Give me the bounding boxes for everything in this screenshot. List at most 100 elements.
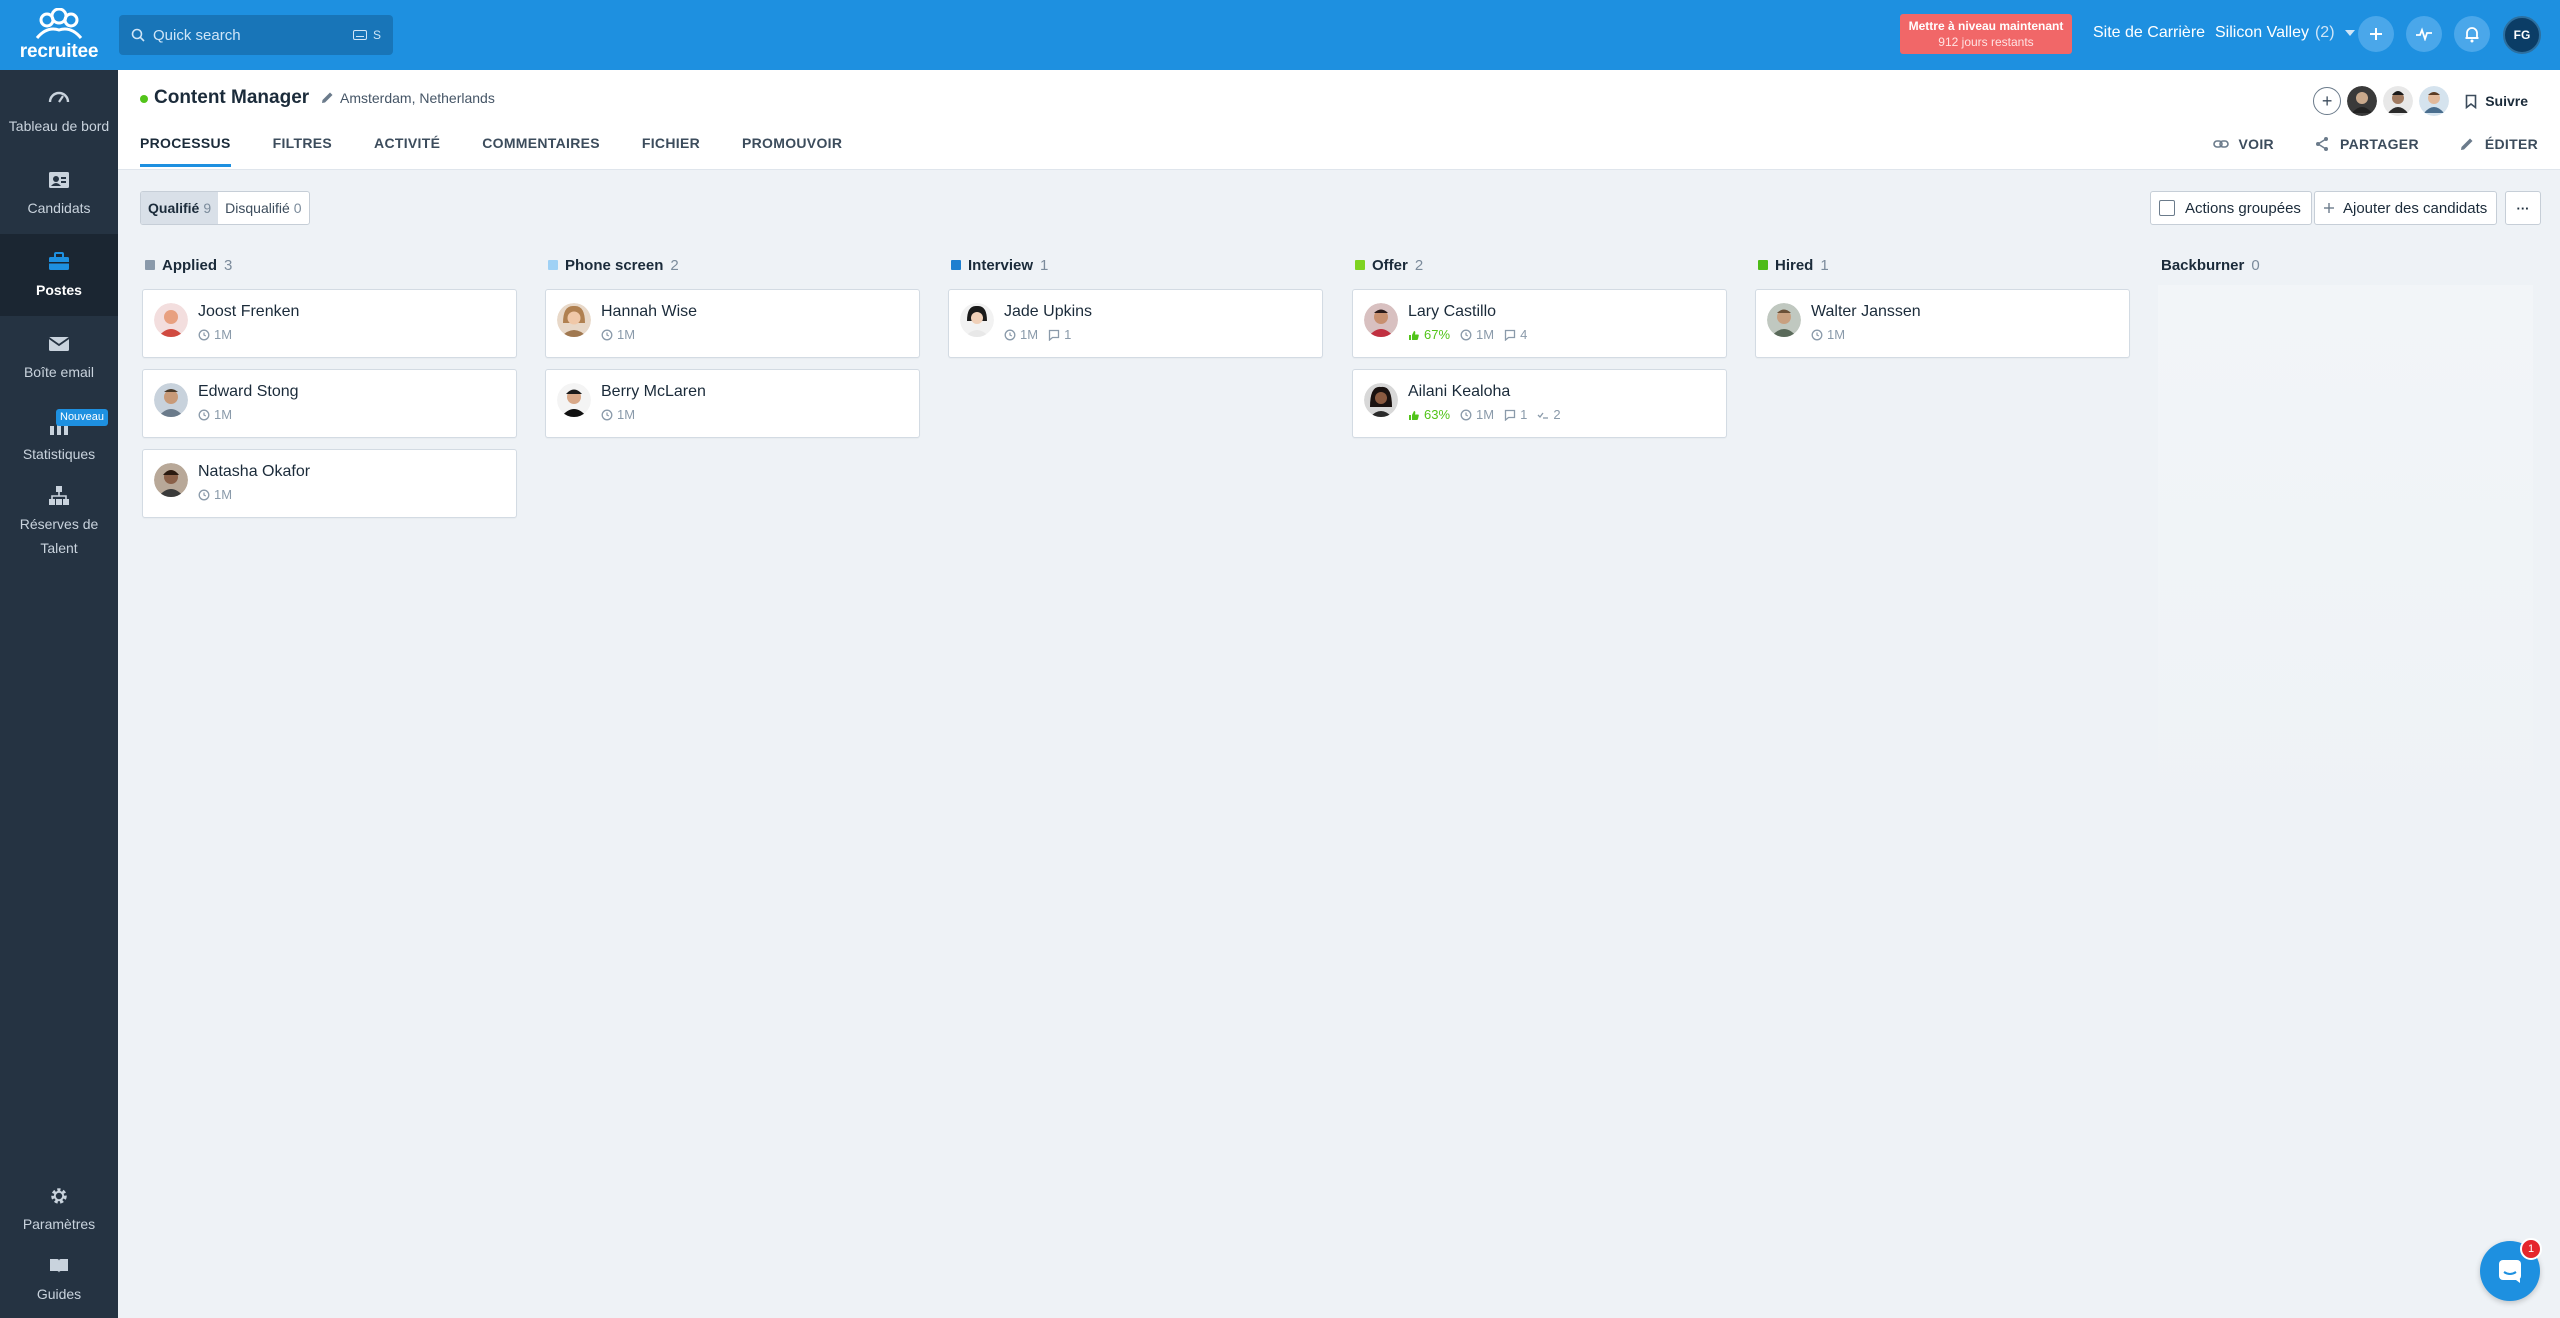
- score-value: 67%: [1424, 327, 1451, 342]
- team-member-avatar[interactable]: [2347, 86, 2378, 116]
- sidebar-item-candidates[interactable]: Candidats: [0, 168, 118, 220]
- stage-count: 1: [1820, 256, 1829, 274]
- more-options-button[interactable]: ···: [2505, 191, 2541, 225]
- time-in-stage: 1M: [1460, 327, 1494, 342]
- group-actions-button[interactable]: Actions groupées: [2150, 191, 2312, 225]
- stage-name: Offer: [1372, 256, 1408, 274]
- tab-file[interactable]: FICHIER: [642, 135, 700, 167]
- gear-icon: [51, 1188, 67, 1204]
- notifications-button[interactable]: [2454, 16, 2490, 52]
- add-team-member-button[interactable]: +: [2313, 87, 2342, 115]
- add-button[interactable]: [2358, 16, 2394, 52]
- stage-column-interview: Interview 1 Jade Upkins 1M 1: [948, 252, 1323, 369]
- candidate-card[interactable]: Natasha Okafor 1M: [142, 449, 517, 518]
- backburner-drop-zone[interactable]: [2158, 285, 2533, 1125]
- candidate-card[interactable]: Jade Upkins 1M 1: [948, 289, 1323, 358]
- career-site-link[interactable]: Site de Carrière: [2093, 24, 2205, 42]
- share-label: PARTAGER: [2339, 136, 2419, 152]
- candidate-card[interactable]: Ailani Kealoha 63% 1M 1 2: [1352, 369, 1727, 438]
- sidebar-item-label: Boîte email: [23, 364, 95, 380]
- candidate-meta: 1M 1: [1004, 327, 1071, 342]
- disqualified-filter[interactable]: Disqualifié 0: [218, 192, 308, 224]
- sidebar-item-label: Guides: [36, 1286, 82, 1302]
- tab-comments[interactable]: COMMENTAIRES: [482, 135, 600, 167]
- qualified-filter[interactable]: Qualifié 9: [141, 192, 219, 224]
- company-switcher[interactable]: Silicon Valley (2): [2215, 24, 2355, 42]
- sidebar-item-jobs[interactable]: Postes: [0, 234, 118, 316]
- qualification-toggle: Qualifié 9 Disqualifié 0: [140, 191, 310, 225]
- time-in-stage: 1M: [601, 407, 635, 422]
- candidate-card[interactable]: Joost Frenken 1M: [142, 289, 517, 358]
- stage-name: Backburner: [2161, 256, 2245, 274]
- stage-header: Applied 3: [142, 252, 517, 278]
- follow-label: Suivre: [2485, 93, 2528, 109]
- comment-icon: [1048, 329, 1060, 341]
- follow-button[interactable]: Suivre: [2465, 93, 2528, 109]
- view-button[interactable]: VOIR: [2212, 136, 2274, 152]
- sidebar-item-statistics[interactable]: Nouveau Statistiques: [0, 409, 118, 466]
- stage-color-marker: [951, 260, 961, 270]
- stage-name: Interview: [968, 256, 1034, 274]
- sidebar-item-label: Réserves de Talent: [19, 516, 99, 556]
- team-member-avatar[interactable]: [2419, 86, 2450, 116]
- support-chat-button[interactable]: 1: [2480, 1238, 2542, 1301]
- mail-icon: [48, 337, 70, 351]
- tasks-icon: [1537, 412, 1549, 419]
- activity-button[interactable]: [2406, 16, 2442, 52]
- candidate-meta: 1M: [198, 407, 232, 422]
- company-name: Silicon Valley: [2215, 24, 2309, 41]
- candidate-avatar: [1767, 303, 1801, 337]
- tab-filters[interactable]: FILTRES: [273, 135, 332, 167]
- tab-activity[interactable]: ACTIVITÉ: [374, 135, 440, 167]
- team-member-avatar[interactable]: [2383, 86, 2414, 116]
- sidebar-item-settings[interactable]: Paramètres: [0, 1184, 118, 1236]
- logo-people-icon: [35, 7, 83, 39]
- candidate-name: Berry McLaren: [601, 383, 706, 400]
- select-all-checkbox[interactable]: [2159, 200, 2175, 216]
- user-avatar[interactable]: FG: [2503, 16, 2541, 54]
- time-in-stage: 1M: [198, 407, 232, 422]
- tab-process[interactable]: PROCESSUS: [140, 135, 231, 167]
- top-bar: recruitee Quick search S Mettre à niveau…: [0, 0, 2560, 70]
- stage-header: Backburner 0: [2158, 252, 2533, 278]
- comment-value: 1: [1520, 407, 1528, 422]
- company-count: (2): [2314, 24, 2335, 41]
- add-candidates-button[interactable]: Ajouter des candidats: [2314, 191, 2497, 225]
- sidebar-item-mailbox[interactable]: Boîte email: [0, 332, 118, 384]
- sidebar-item-guides[interactable]: Guides: [0, 1254, 118, 1306]
- time-value: 1M: [617, 407, 636, 422]
- qualified-label: Qualifié: [148, 200, 200, 216]
- stage-count: 3: [224, 256, 233, 274]
- book-icon: [50, 1259, 68, 1273]
- qualified-count: 9: [203, 200, 212, 216]
- upgrade-button[interactable]: Mettre à niveau maintenant 912 jours res…: [1900, 14, 2072, 54]
- search-shortcut-key: S: [372, 28, 381, 42]
- add-candidates-label: Ajouter des candidats: [2343, 199, 2488, 217]
- time-value: 1M: [1476, 327, 1495, 342]
- stage-header: Interview 1: [948, 252, 1323, 278]
- clock-icon: [1460, 409, 1472, 420]
- quick-search[interactable]: Quick search S: [119, 15, 393, 55]
- clock-icon: [198, 329, 210, 340]
- candidate-card[interactable]: Walter Janssen 1M: [1755, 289, 2130, 358]
- stage-name: Phone screen: [565, 256, 664, 274]
- time-value: 1M: [1020, 327, 1039, 342]
- team-members: + Suivre: [2313, 86, 2528, 116]
- sidebar-item-talent-pools[interactable]: Réserves de Talent: [0, 484, 118, 560]
- edit-button[interactable]: ÉDITER: [2459, 136, 2538, 152]
- candidate-meta: 1M: [1811, 327, 1845, 342]
- sidebar-item-dashboard[interactable]: Tableau de bord: [0, 86, 118, 138]
- candidate-card[interactable]: Edward Stong 1M: [142, 369, 517, 438]
- candidate-card[interactable]: Lary Castillo 67% 1M 4: [1352, 289, 1727, 358]
- share-button[interactable]: PARTAGER: [2314, 136, 2419, 152]
- candidate-card[interactable]: Hannah Wise 1M: [545, 289, 920, 358]
- header-actions: VOIR PARTAGER ÉDITER: [2212, 136, 2538, 152]
- candidate-name: Ailani Kealoha: [1408, 383, 1511, 400]
- tab-promote[interactable]: PROMOUVOIR: [742, 135, 842, 167]
- time-in-stage: 1M: [1811, 327, 1845, 342]
- recruitee-logo[interactable]: recruitee: [0, 0, 118, 70]
- score-value: 63%: [1424, 407, 1451, 422]
- candidate-avatar: [154, 463, 188, 497]
- pencil-icon[interactable]: [319, 90, 335, 106]
- candidate-card[interactable]: Berry McLaren 1M: [545, 369, 920, 438]
